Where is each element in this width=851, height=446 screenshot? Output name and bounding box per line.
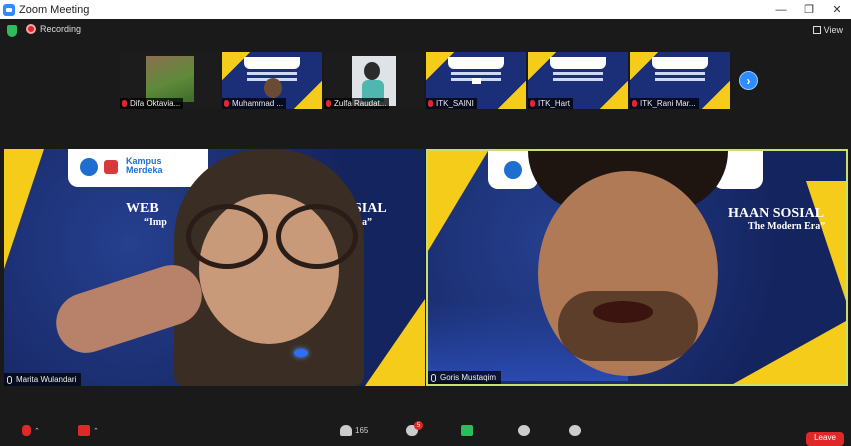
- reactions-button[interactable]: [569, 425, 581, 436]
- participant-name: Muhammad ...: [232, 99, 284, 108]
- recording-label: Recording: [40, 24, 82, 34]
- participant-name: ITK_SAINI: [436, 99, 474, 108]
- participant-name-tag: Muhammad ...: [222, 98, 287, 109]
- participant-thumbnail[interactable]: ITK_Hart: [528, 52, 628, 109]
- smiley-icon: [569, 425, 581, 436]
- microphone-icon: [431, 373, 436, 382]
- participant-mouth: [593, 301, 653, 323]
- share-screen-icon: [461, 425, 473, 436]
- recording-icon: [26, 24, 36, 34]
- participant-name-tag: ITK_Hart: [528, 98, 574, 109]
- participant-thumbnail[interactable]: Zulfa Raudat...: [324, 52, 424, 109]
- window-controls: — ❐ ✕: [767, 0, 851, 19]
- participant-name: Difa Oktavia...: [130, 99, 181, 108]
- record-button[interactable]: [518, 425, 530, 436]
- record-icon: [518, 425, 530, 436]
- participants-count: 165: [355, 426, 369, 435]
- video-tile[interactable]: Kampus Merdeka WEB SIAL “Imp a” Marita W…: [4, 149, 425, 386]
- banner-subtitle: The Modern Era”: [748, 221, 826, 232]
- participant-name: Zulfa Raudat...: [334, 99, 387, 108]
- banner-title: WEB: [126, 201, 159, 216]
- zoom-app-icon: [3, 3, 15, 16]
- participant-name: ITK_Hart: [538, 99, 571, 108]
- meeting-status-bar: Recording View: [0, 19, 851, 43]
- participant-name-tag: Difa Oktavia...: [120, 98, 184, 109]
- banner-subtitle: “Imp: [144, 217, 167, 228]
- title-bar: Zoom Meeting — ❐ ✕: [0, 0, 851, 19]
- mic-muted-icon: [326, 100, 331, 107]
- leave-button[interactable]: Leave: [806, 432, 844, 446]
- camera-off-icon: [472, 78, 481, 84]
- video-off-icon: [78, 425, 90, 436]
- mic-muted-icon: [224, 100, 229, 107]
- share-screen-button[interactable]: [461, 425, 473, 436]
- chevron-right-icon: ›: [746, 73, 751, 88]
- participant-face: [364, 62, 380, 80]
- glasses: [186, 204, 268, 269]
- microphone-icon: [7, 375, 12, 384]
- banner-subtitle-right: a”: [362, 217, 372, 228]
- video-button[interactable]: ⌃: [78, 425, 99, 436]
- meeting-toolbar: ⌃ ⌃ 165 5: [0, 421, 851, 441]
- mic-muted-icon: [122, 100, 127, 107]
- recording-indicator[interactable]: Recording: [26, 24, 81, 34]
- view-button[interactable]: View: [812, 25, 843, 35]
- glasses: [276, 204, 358, 269]
- participant-name-tag: Zulfa Raudat...: [324, 98, 390, 109]
- shield-icon[interactable]: [7, 25, 17, 37]
- view-label: View: [823, 25, 843, 35]
- participant-thumbnail[interactable]: Difa Oktavia...: [120, 52, 220, 109]
- sponsor-logos: Kampus Merdeka: [68, 149, 208, 187]
- participant-name-tag: ITK_SAINI: [426, 98, 477, 109]
- participant-thumbnail[interactable]: Muhammad ...: [222, 52, 322, 109]
- participant-name: ITK_Rani Mar...: [640, 99, 696, 108]
- participant-name-tag: Goris Mustaqim: [428, 371, 502, 384]
- close-button[interactable]: ✕: [823, 0, 851, 19]
- participant-name-tag: ITK_Rani Mar...: [630, 98, 699, 109]
- microphone-muted-icon: [22, 425, 31, 436]
- window-title: Zoom Meeting: [19, 3, 90, 16]
- kampus-merdeka-logo: Kampus Merdeka: [126, 156, 163, 175]
- participant-thumbnail[interactable]: ITK_SAINI: [426, 52, 526, 109]
- participant-name-tag: Marita Wulandari: [4, 373, 82, 386]
- participant-face: [264, 78, 282, 98]
- mic-muted-icon: [530, 100, 535, 107]
- mute-button[interactable]: ⌃: [22, 425, 40, 436]
- participant-thumbnail[interactable]: ITK_Rani Mar...: [630, 52, 730, 109]
- grid-icon: [812, 26, 821, 34]
- chat-badge: 5: [414, 421, 423, 430]
- mic-muted-icon: [632, 100, 637, 107]
- banner-title: HAAN SOSIAL: [728, 206, 825, 221]
- chevron-up-icon[interactable]: ⌃: [34, 427, 40, 435]
- participant-name: Marita Wulandari: [16, 375, 77, 384]
- mic-muted-icon: [428, 100, 433, 107]
- chevron-up-icon[interactable]: ⌃: [93, 427, 99, 435]
- participant-name: Goris Mustaqim: [440, 373, 497, 382]
- active-speaker-tile[interactable]: HAAN SOSIAL The Modern Era” Goris Mustaq…: [426, 149, 848, 386]
- participant-photo: [146, 56, 194, 102]
- chat-button[interactable]: 5: [406, 421, 423, 436]
- participants-icon: [340, 425, 352, 436]
- participants-button[interactable]: 165: [340, 425, 368, 436]
- maximize-button[interactable]: ❐: [795, 0, 823, 19]
- minimize-button[interactable]: —: [767, 0, 795, 19]
- next-page-button[interactable]: ›: [739, 71, 758, 90]
